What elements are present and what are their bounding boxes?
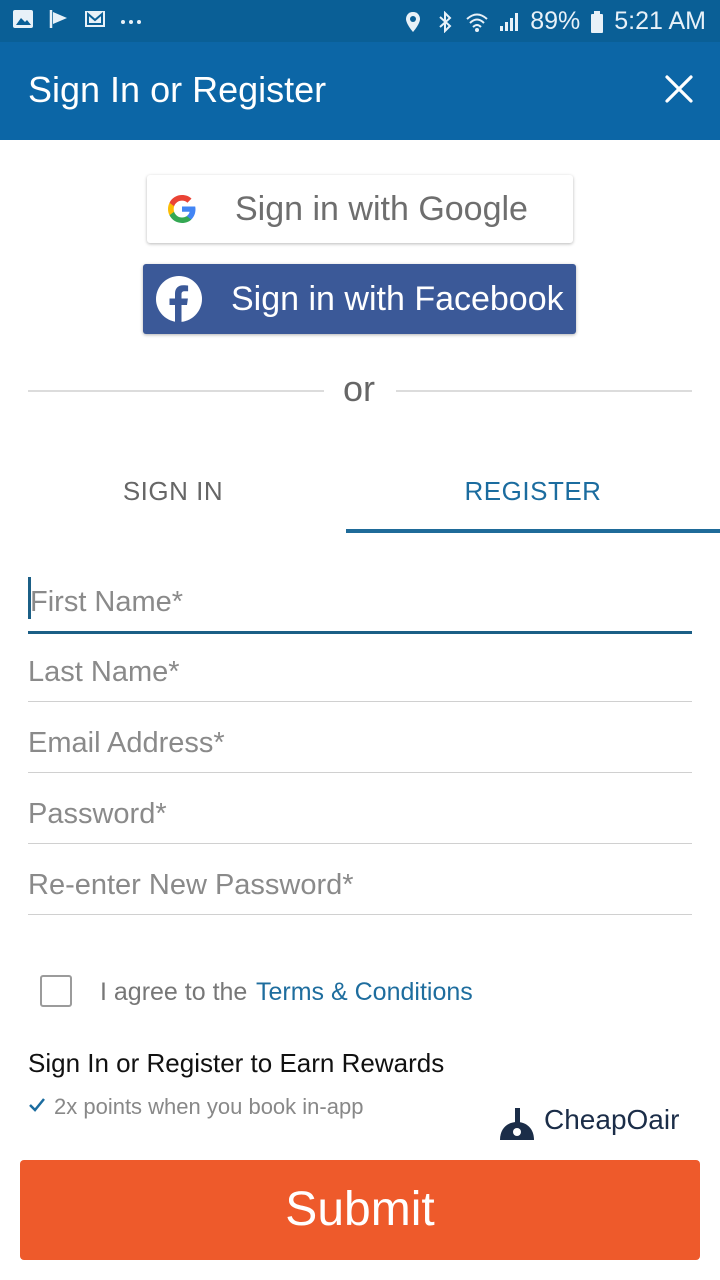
email-input[interactable] (28, 716, 692, 770)
facebook-button-label: Sign in with Facebook (231, 280, 564, 318)
location-icon (406, 11, 421, 32)
close-icon[interactable] (662, 72, 696, 106)
terms-conditions-link[interactable]: Terms & Conditions (256, 978, 473, 1007)
battery-icon (591, 10, 604, 33)
divider-line-right (396, 390, 692, 392)
first-name-field (28, 575, 694, 634)
divider-line-left (28, 390, 324, 392)
google-button-label: Sign in with Google (235, 190, 528, 228)
checkmark-icon (29, 1098, 45, 1112)
signal-icon (500, 12, 519, 31)
bluetooth-icon (439, 10, 452, 33)
password-field (28, 787, 692, 844)
app-bar: Sign In or Register (0, 42, 720, 140)
first-name-input[interactable] (30, 575, 694, 629)
or-divider: or (28, 366, 692, 416)
auth-tabs: SIGN IN REGISTER (0, 455, 720, 535)
reenter-password-field (28, 858, 692, 915)
wifi-icon (466, 13, 488, 32)
image-icon (13, 10, 33, 28)
google-logo-icon (168, 195, 196, 223)
facebook-sign-in-button[interactable]: Sign in with Facebook (143, 264, 576, 334)
tab-register[interactable]: REGISTER (346, 455, 720, 531)
mail-icon (85, 11, 105, 27)
check-flag-icon (49, 10, 67, 28)
terms-checkbox[interactable] (40, 975, 72, 1007)
battery-percent: 89% (530, 7, 581, 35)
active-tab-indicator (346, 529, 720, 533)
last-name-field (28, 645, 692, 702)
email-field (28, 716, 692, 773)
google-sign-in-button[interactable]: Sign in with Google (147, 175, 573, 243)
submit-button[interactable]: Submit (20, 1160, 700, 1260)
cheapoair-logo-icon (500, 1108, 534, 1140)
tab-sign-in[interactable]: SIGN IN (0, 455, 346, 531)
terms-prefix-text: I agree to the (100, 978, 248, 1006)
more-dots-icon (121, 20, 141, 24)
cheapoair-brand: CheapOair (498, 1100, 688, 1140)
facebook-logo-icon (156, 276, 202, 322)
page-title: Sign In or Register (28, 69, 327, 110)
rewards-heading: Sign In or Register to Earn Rewards (28, 1048, 445, 1078)
reenter-password-input[interactable] (28, 858, 692, 912)
status-bar: 89% 5:21 AM (0, 0, 720, 42)
or-text: or (343, 368, 376, 409)
rewards-benefit-text: 2x points when you book in-app (54, 1094, 364, 1119)
clock-time: 5:21 AM (614, 7, 706, 35)
last-name-input[interactable] (28, 645, 692, 699)
password-input[interactable] (28, 787, 692, 841)
brand-name: CheapOair (544, 1104, 680, 1135)
